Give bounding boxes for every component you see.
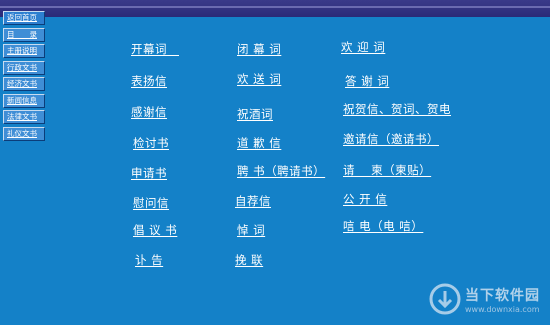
link-elegiac-couplet[interactable]: 挽 联 xyxy=(235,252,263,268)
nav-home[interactable]: 返回首页 xyxy=(3,11,45,25)
link-commendation-letter[interactable]: 表扬信 xyxy=(131,73,167,89)
link-invitation-card[interactable]: 请 柬（柬贴） xyxy=(343,162,431,178)
nav-administrative-docs[interactable]: 行政文书 xyxy=(3,60,45,75)
watermark-text: 当下软件园 www.downxia.com xyxy=(465,285,540,314)
link-appointment-letter[interactable]: 聘 书（聘请书） xyxy=(237,163,325,179)
link-self-criticism[interactable]: 检讨书 xyxy=(133,135,169,151)
link-farewell-speech[interactable]: 欢 送 词 xyxy=(237,71,281,87)
link-thank-you-speech[interactable]: 答 谢 词 xyxy=(345,73,389,89)
link-congratulations[interactable]: 祝贺信、贺词、贺电 xyxy=(343,101,451,117)
watermark: 当下软件园 www.downxia.com xyxy=(429,283,540,315)
link-application-letter[interactable]: 申请书 xyxy=(131,165,167,181)
watermark-logo-icon xyxy=(429,283,461,315)
link-opening-speech[interactable]: 开幕词 xyxy=(131,41,179,57)
watermark-url: www.downxia.com xyxy=(465,304,540,314)
link-obituary[interactable]: 讣 告 xyxy=(135,252,163,268)
nav-legal-docs[interactable]: 法律文书 xyxy=(3,110,45,124)
link-toast-speech[interactable]: 祝酒词 xyxy=(237,106,273,122)
nav-etiquette-docs[interactable]: 礼仪文书 xyxy=(3,126,45,141)
link-open-letter[interactable]: 公 开 信 xyxy=(343,191,387,207)
link-condolence-telegram[interactable]: 唁 电（电 唁） xyxy=(343,218,423,234)
watermark-title: 当下软件园 xyxy=(465,287,540,304)
link-condolence-letter[interactable]: 慰问信 xyxy=(133,195,169,211)
nav-contents[interactable]: 目 录 xyxy=(3,27,45,42)
link-closing-speech[interactable]: 闭 幕 词 xyxy=(237,41,281,57)
link-apology-letter[interactable]: 道 歉 信 xyxy=(237,135,281,151)
banner-stripe xyxy=(0,6,550,8)
nav-news-info[interactable]: 新闻信息 xyxy=(3,93,45,108)
left-nav: 返回首页 目 录 主册说明 行政文书 经济文书 新闻信息 法律文书 礼仪文书 xyxy=(3,11,45,143)
link-eulogy[interactable]: 悼 词 xyxy=(237,222,265,238)
link-proposal[interactable]: 倡 议 书 xyxy=(133,222,177,238)
link-invitation-letter[interactable]: 邀请信（邀请书） xyxy=(343,131,439,147)
nav-registration-notes[interactable]: 主册说明 xyxy=(3,44,45,58)
top-banner xyxy=(0,0,550,17)
link-welcome-speech[interactable]: 欢 迎 词 xyxy=(341,39,385,55)
nav-economic-docs[interactable]: 经济文书 xyxy=(3,77,45,91)
link-self-recommendation[interactable]: 自荐信 xyxy=(235,193,271,209)
link-thank-you-letter[interactable]: 感谢信 xyxy=(131,104,167,120)
